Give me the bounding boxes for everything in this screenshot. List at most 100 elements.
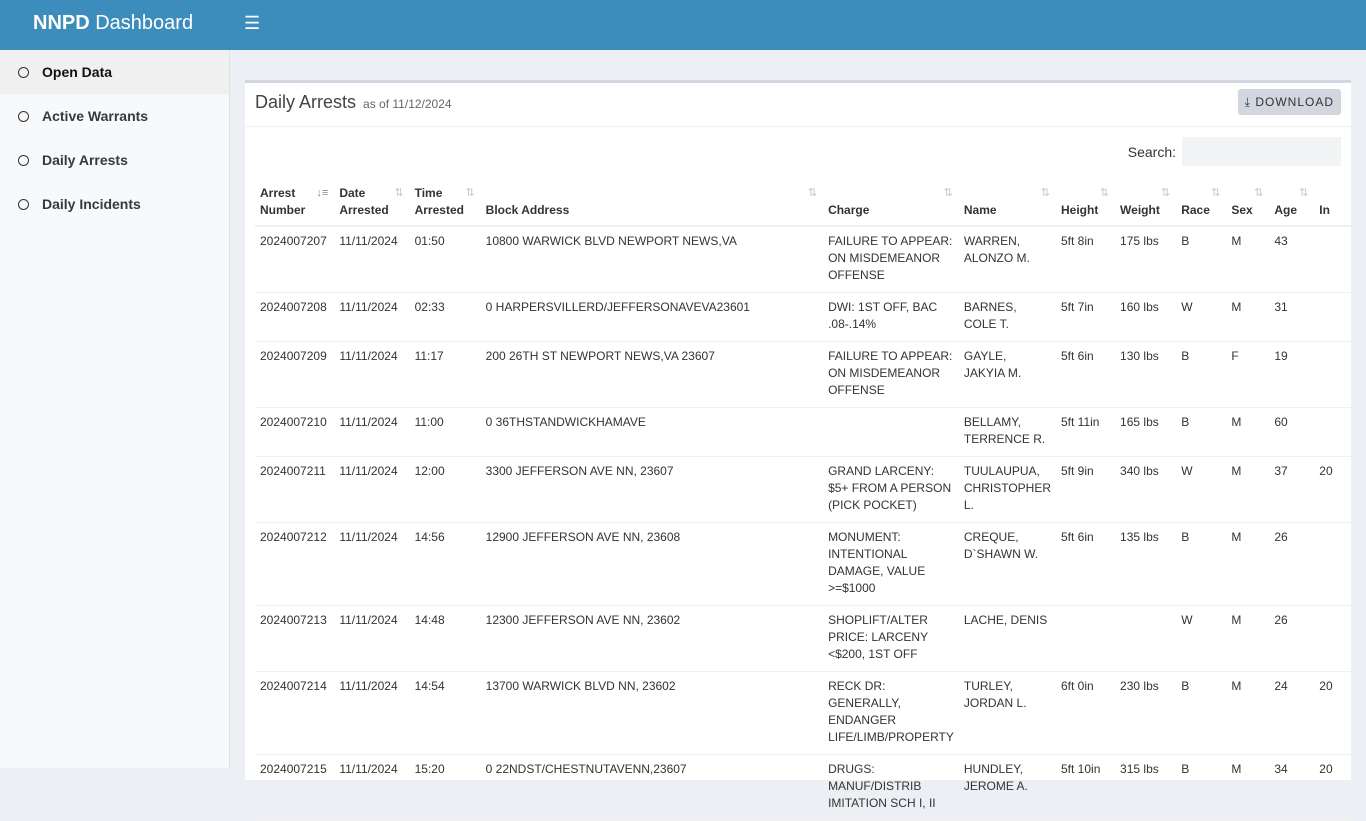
sort-icon[interactable]: ⇅ <box>1254 185 1263 202</box>
column-label: Height <box>1061 203 1099 217</box>
table-cell: 6ft 0in <box>1056 671 1116 755</box>
column-header[interactable]: Charge ⇅ <box>823 179 959 227</box>
column-header[interactable]: Weight ⇅ <box>1115 179 1177 227</box>
table-cell: 11/11/2024 <box>334 522 410 606</box>
brand-text: Dashboard <box>95 12 194 34</box>
table-row[interactable]: 2024007212 11/11/2024 14:56 12900 JEFFERSON… <box>255 522 1351 606</box>
table-cell <box>1115 605 1177 672</box>
column-header[interactable]: Time Arrested ⇅ <box>409 179 481 227</box>
table-cell: 24 <box>1269 671 1315 755</box>
hamburger-icon[interactable]: ☰ <box>244 13 260 34</box>
table-cell: TURLEY, JORDAN L. <box>958 671 1056 755</box>
sort-icon[interactable]: ⇅ <box>1299 185 1308 202</box>
table-cell: 230 lbs <box>1115 671 1177 755</box>
table-cell <box>1314 292 1351 342</box>
column-label: Date Arrested <box>339 186 389 217</box>
column-header[interactable]: Date Arrested ⇅ <box>334 179 410 227</box>
table-cell <box>1314 407 1351 457</box>
sort-icon[interactable]: ⇅ <box>944 185 953 202</box>
sidebar-item-daily-incidents[interactable]: Daily Incidents <box>0 182 229 226</box>
table-row[interactable]: 2024007210 11/11/2024 11:00 0 36THSTANDWICK… <box>255 407 1351 457</box>
sort-icon[interactable]: ⇅ <box>465 185 474 202</box>
table-cell: 11/11/2024 <box>334 341 410 408</box>
table-cell: 02:33 <box>409 292 481 342</box>
table-cell <box>1314 226 1351 293</box>
table-cell: M <box>1226 605 1270 672</box>
table-cell: MONUMENT: INTENTIONAL DAMAGE, VALUE >=$1… <box>823 522 959 606</box>
table-cell: M <box>1226 456 1270 523</box>
sort-icon[interactable]: ⇅ <box>394 185 403 202</box>
table-cell: 14:54 <box>409 671 481 755</box>
table-cell: M <box>1226 754 1270 821</box>
download-button[interactable]: ⤓ DOWNLOAD <box>1237 89 1341 115</box>
top-navbar: NNPD Dashboard ☰ <box>0 0 1366 50</box>
table-cell: 34 <box>1269 754 1315 821</box>
table-cell: 26 <box>1269 605 1315 672</box>
table-row[interactable]: 2024007208 11/11/2024 02:33 0 HARPERSVILLER… <box>255 292 1351 342</box>
table-cell: 12900 JEFFERSON AVE NN, 23608 <box>480 522 824 606</box>
search-input[interactable] <box>1182 137 1341 166</box>
sidebar-item-daily-arrests[interactable]: Daily Arrests <box>0 138 229 182</box>
table-cell: B <box>1176 754 1227 821</box>
table-cell: 5ft 8in <box>1056 226 1116 293</box>
table-cell: 2024007212 <box>255 522 335 606</box>
table-cell: 5ft 6in <box>1056 522 1116 606</box>
table-cell: FAILURE TO APPEAR: ON MISDEMEANOR OFFENS… <box>823 341 959 408</box>
table-cell <box>823 407 959 457</box>
column-header[interactable]: Age ⇅ <box>1269 179 1315 227</box>
sort-icon[interactable]: ⇅ <box>1211 185 1220 202</box>
table-cell: B <box>1176 341 1227 408</box>
table-cell: 2024007207 <box>255 226 335 293</box>
sidebar-item-label: Open Data <box>42 64 113 80</box>
table-cell: 5ft 9in <box>1056 456 1116 523</box>
table-row[interactable]: 2024007211 11/11/2024 12:00 3300 JEFFERSON … <box>255 456 1351 523</box>
sidebar-item-open-data[interactable]: Open Data <box>0 50 229 94</box>
sidebar-item-active-warrants[interactable]: Active Warrants <box>0 94 229 138</box>
brand-logo[interactable]: NNPD Dashboard <box>33 12 193 35</box>
table-cell: 11/11/2024 <box>334 754 410 821</box>
table-cell: M <box>1226 671 1270 755</box>
column-header[interactable]: Name ⇅ <box>958 179 1056 227</box>
table-cell: 2024007214 <box>255 671 335 755</box>
column-header[interactable]: Sex ⇅ <box>1226 179 1270 227</box>
sort-icon[interactable]: ⇅ <box>1041 185 1050 202</box>
sort-desc-icon[interactable]: ↓≡ <box>316 185 328 202</box>
table-cell: 2024007215 <box>255 754 335 821</box>
table-cell: 165 lbs <box>1115 407 1177 457</box>
table-cell <box>1314 522 1351 606</box>
column-label: Time Arrested <box>414 186 464 217</box>
table-cell: 20 <box>1314 754 1351 821</box>
table-cell: W <box>1176 292 1227 342</box>
table-cell: LACHE, DENIS <box>958 605 1056 672</box>
table-row[interactable]: 2024007213 11/11/2024 14:48 12300 JEFFERSON… <box>255 605 1351 672</box>
sidebar: Open Data Active Warrants Daily Arrests Dai… <box>0 50 230 768</box>
table-cell: 0 22NDST/CHESTNUTAVENN,23607 <box>480 754 824 821</box>
table-cell: 11:00 <box>409 407 481 457</box>
circle-icon <box>18 154 29 166</box>
table-cell: SHOPLIFT/ALTER PRICE: LARCENY <$200, 1ST… <box>823 605 959 672</box>
search-label: Search: <box>1127 143 1176 160</box>
column-header[interactable]: Block Address ⇅ <box>480 179 824 227</box>
table-row[interactable]: 2024007207 11/11/2024 01:50 10800 WARWICK B… <box>255 226 1351 293</box>
table-row[interactable]: 2024007215 11/11/2024 15:20 0 22NDST/CHESTN… <box>255 754 1351 821</box>
table-cell: DWI: 1ST OFF, BAC .08-.14% <box>823 292 959 342</box>
table-cell: WARREN, ALONZO M. <box>958 226 1056 293</box>
table-cell: 01:50 <box>409 226 481 293</box>
sort-icon[interactable]: ⇅ <box>1100 185 1109 202</box>
table-cell: HUNDLEY, JEROME A. <box>958 754 1056 821</box>
download-label: DOWNLOAD <box>1255 94 1334 109</box>
table-cell: 2024007210 <box>255 407 335 457</box>
table-row[interactable]: 2024007209 11/11/2024 11:17 200 26TH ST NEW… <box>255 341 1351 408</box>
column-header[interactable]: Arrest Number ↓≡ <box>255 179 335 227</box>
column-header[interactable]: Race ⇅ <box>1176 179 1227 227</box>
table-cell: W <box>1176 456 1227 523</box>
sidebar-item-label: Active Warrants <box>42 108 149 124</box>
table-cell: B <box>1176 671 1227 755</box>
sort-icon[interactable]: ⇅ <box>1161 185 1170 202</box>
download-icon: ⤓ <box>1244 94 1251 109</box>
sort-icon[interactable]: ⇅ <box>808 185 817 202</box>
column-header[interactable]: In <box>1314 179 1351 227</box>
column-header[interactable]: Height ⇅ <box>1056 179 1116 227</box>
table-row[interactable]: 2024007214 11/11/2024 14:54 13700 WARWICK B… <box>255 671 1351 755</box>
table-cell <box>1314 605 1351 672</box>
